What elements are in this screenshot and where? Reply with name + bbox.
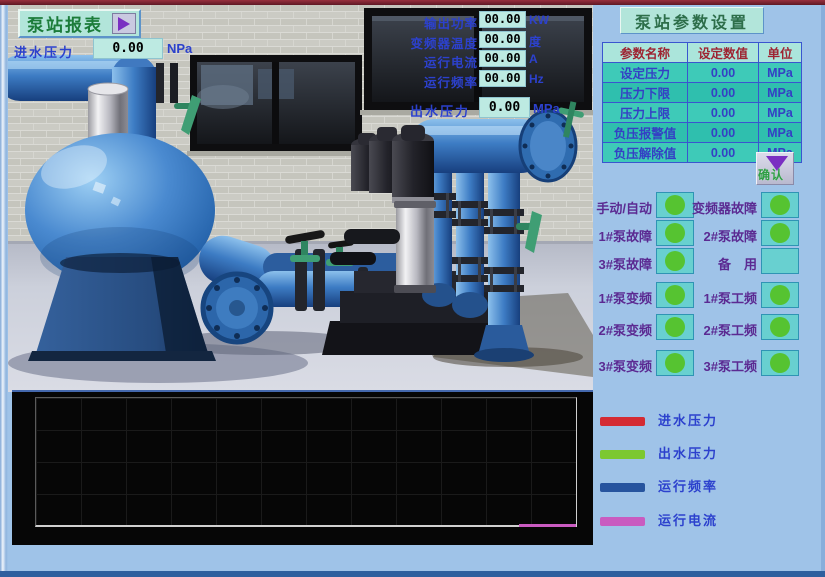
settings-table: 参数名称 设定数值 单位 设定压力 0.00 MPa 压力下限 0.00 MPa…	[602, 42, 802, 163]
run-current-label: 运行电流	[388, 52, 478, 71]
legend-label-frequency: 运行频率	[658, 476, 718, 495]
lamp-icon	[770, 285, 790, 305]
status-lamp-pump3-line	[761, 350, 799, 376]
run-current-unit: A	[529, 52, 538, 66]
pump-station-hmi: 泵站报表 进水压力 0.00 NPa 输出功率 00.00 KW 变频器温度 0…	[0, 0, 825, 577]
col-unit: 单位	[759, 43, 802, 63]
status-label-pump2-vfd: 2#泵变频	[578, 320, 652, 339]
vfd-temp-unit: 度	[529, 33, 541, 50]
inlet-pressure-value: 0.00	[93, 38, 163, 59]
param-name: 负压解除值	[603, 143, 688, 163]
legend-swatch-inlet	[600, 417, 645, 426]
param-name: 负压报警值	[603, 123, 688, 143]
inlet-pressure-unit: NPa	[167, 41, 192, 56]
param-value[interactable]: 0.00	[688, 143, 759, 163]
report-nav-button[interactable]	[112, 13, 136, 34]
right-frame-edge	[821, 5, 825, 577]
output-power-label: 输出功率	[388, 13, 478, 32]
param-unit: MPa	[759, 103, 802, 123]
status-label-pump3-fault: 3#泵故障	[578, 254, 652, 273]
param-value[interactable]: 0.00	[688, 123, 759, 143]
run-freq-label: 运行频率	[388, 72, 478, 91]
settings-panel-title: 泵站参数设置	[620, 7, 764, 34]
settings-table-header: 参数名称 设定数值 单位	[603, 43, 802, 63]
col-param-name: 参数名称	[603, 43, 688, 63]
table-row: 压力上限 0.00 MPa	[603, 103, 802, 123]
status-label-pump1-fault: 1#泵故障	[578, 226, 652, 245]
trend-chart	[12, 390, 593, 545]
vfd-temp-label: 变频器温度	[388, 33, 478, 52]
table-row: 负压报警值 0.00 MPa	[603, 123, 802, 143]
lamp-icon	[770, 317, 790, 337]
current-trace	[519, 524, 576, 527]
param-value[interactable]: 0.00	[688, 63, 759, 83]
lamp-icon	[770, 195, 790, 215]
status-lamp-spare	[761, 248, 799, 274]
lamp-icon	[770, 353, 790, 373]
param-name: 压力上限	[603, 103, 688, 123]
run-freq-unit: Hz	[529, 72, 544, 86]
status-lamp-pump2-fault	[761, 220, 799, 246]
confirm-button-label: 确认	[758, 166, 784, 183]
col-set-value: 设定数值	[688, 43, 759, 63]
vfd-temp-value: 00.00	[479, 31, 526, 48]
status-label-vfd-fault: 变频器故障	[681, 198, 757, 217]
outlet-pressure-unit: MPa	[533, 101, 560, 116]
status-lamp-pump1-line	[761, 282, 799, 308]
play-icon	[118, 17, 130, 31]
legend-label-outlet: 出水压力	[658, 443, 718, 462]
status-label-pump2-line: 2#泵工频	[681, 320, 757, 339]
param-unit: MPa	[759, 123, 802, 143]
confirm-button[interactable]: 确认	[756, 152, 794, 185]
legend-swatch-frequency	[600, 483, 645, 492]
run-current-value: 00.00	[479, 50, 526, 67]
trend-plot-area	[35, 397, 577, 527]
output-power-unit: KW	[529, 13, 549, 27]
inlet-pressure-label: 进水压力	[14, 42, 74, 61]
output-power-value: 00.00	[479, 11, 526, 28]
status-label-pump2-fault: 2#泵故障	[681, 226, 757, 245]
status-label-pump3-vfd: 3#泵变频	[578, 356, 652, 375]
status-label-auto-manual: 手动/自动	[578, 198, 652, 217]
table-row: 压力下限 0.00 MPa	[603, 83, 802, 103]
param-value[interactable]: 0.00	[688, 83, 759, 103]
report-button[interactable]: 泵站报表	[18, 9, 141, 38]
param-name: 设定压力	[603, 63, 688, 83]
status-label-pump1-line: 1#泵工频	[681, 288, 757, 307]
legend-label-inlet: 进水压力	[658, 410, 718, 429]
lamp-icon	[770, 223, 790, 243]
status-label-spare: 备 用	[681, 254, 757, 273]
status-lamp-pump2-line	[761, 314, 799, 340]
status-label-pump3-line: 3#泵工频	[681, 356, 757, 375]
status-lamp-vfd-fault	[761, 192, 799, 218]
run-freq-value: 00.00	[479, 70, 526, 87]
outlet-pressure-value: 0.00	[479, 97, 530, 118]
param-value[interactable]: 0.00	[688, 103, 759, 123]
legend-label-current: 运行电流	[658, 510, 718, 529]
status-label-pump1-vfd: 1#泵变频	[578, 288, 652, 307]
param-unit: MPa	[759, 63, 802, 83]
report-button-label: 泵站报表	[27, 11, 103, 36]
outlet-pressure-label: 出水压力	[410, 101, 470, 120]
left-window	[187, 55, 365, 156]
bottom-frame-edge	[0, 571, 825, 577]
left-frame-edge	[0, 5, 8, 577]
legend-swatch-outlet	[600, 450, 645, 459]
param-name: 压力下限	[603, 83, 688, 103]
param-unit: MPa	[759, 83, 802, 103]
table-row: 设定压力 0.00 MPa	[603, 63, 802, 83]
legend-swatch-current	[600, 517, 645, 526]
